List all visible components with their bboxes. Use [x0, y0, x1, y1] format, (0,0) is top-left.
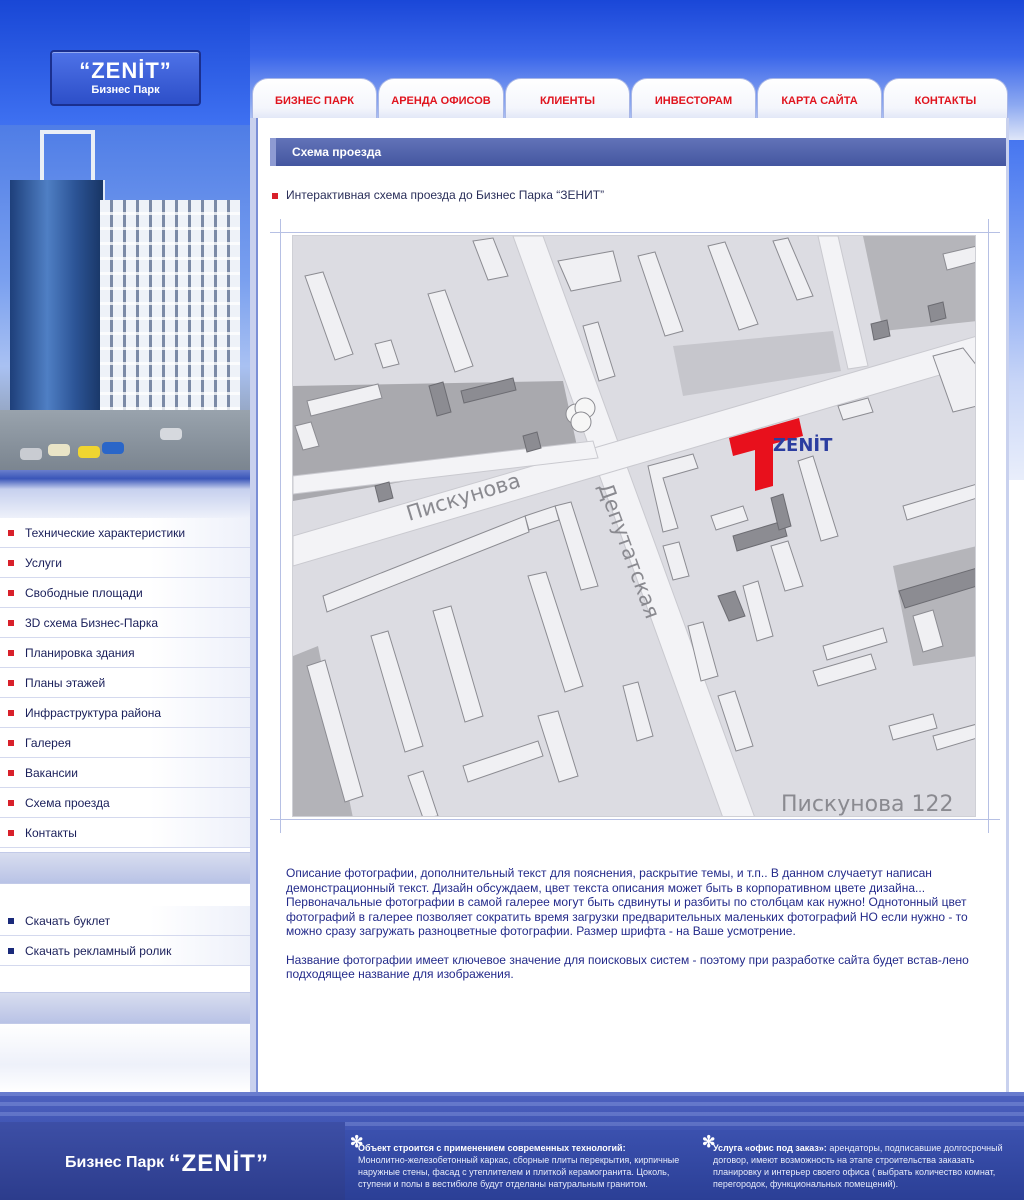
- sidebar-item-vacancies[interactable]: Вакансии: [0, 758, 250, 788]
- sidebar-item-label: Контакты: [25, 826, 77, 840]
- marker-label: ZENİT: [773, 434, 833, 456]
- car-icon: [78, 446, 100, 458]
- sidebar-item-contacts[interactable]: Контакты: [0, 818, 250, 848]
- tab-site-map[interactable]: КАРТА САЙТА: [757, 78, 882, 120]
- bullet-icon: [8, 740, 14, 746]
- building-illustration: [0, 125, 250, 470]
- download-video-link[interactable]: Скачать рекламный ролик: [0, 936, 250, 966]
- sidebar-top-band: [0, 470, 250, 518]
- bullet-icon: [8, 948, 14, 954]
- map-building: [927, 301, 947, 323]
- sidebar-downloads: Скачать буклет Скачать рекламный ролик: [0, 906, 250, 966]
- address-label: Пискунова 122: [781, 792, 954, 817]
- intro-line: Интерактивная схема проезда до Бизнес Па…: [272, 188, 604, 202]
- bullet-icon: [8, 530, 14, 536]
- car-icon: [20, 448, 42, 460]
- bullet-icon: [8, 710, 14, 716]
- sidebar-item-label: Схема проезда: [25, 796, 110, 810]
- footer-brand-name: “ZENİT”: [168, 1150, 269, 1177]
- frame-line: [270, 232, 1000, 233]
- sidebar-item-infrastructure[interactable]: Инфраструктура района: [0, 698, 250, 728]
- sidebar-item-label: 3D схема Бизнес-Парка: [25, 616, 159, 630]
- sidebar-item-gallery[interactable]: Галерея: [0, 728, 250, 758]
- bullet-icon: [8, 650, 14, 656]
- footer-note-technologies: Объект строится с применением современны…: [358, 1142, 683, 1190]
- sidebar-separator: [0, 992, 250, 1024]
- frame-line: [280, 219, 281, 833]
- sidebar-menu: Технические характеристики Услуги Свобод…: [0, 518, 250, 848]
- footer-brand[interactable]: Бизнес Парк “ZENİT”: [65, 1150, 269, 1178]
- building-white-block: [100, 200, 240, 420]
- frame-line: [270, 819, 1000, 820]
- download-label: Скачать рекламный ролик: [25, 944, 172, 958]
- car-icon: [48, 444, 70, 456]
- download-label: Скачать буклет: [25, 914, 111, 928]
- bullet-icon: [8, 620, 14, 626]
- directions-map[interactable]: Пискунова Депутатская Пискунова 122 ZENİ…: [292, 235, 976, 817]
- sidebar-item-tech-specs[interactable]: Технические характеристики: [0, 518, 250, 548]
- bullet-icon: [272, 193, 278, 199]
- description-paragraph: Название фотографии имеет ключевое значе…: [286, 952, 969, 982]
- map-frame: Пискунова Депутатская Пискунова 122 ZENİ…: [270, 211, 1000, 841]
- sidebar-separator: [0, 852, 250, 884]
- sidebar-item-free-space[interactable]: Свободные площади: [0, 578, 250, 608]
- footer-note-custom-office: Услуга «офис под заказ»: арендаторы, под…: [713, 1142, 1018, 1190]
- tab-contacts[interactable]: КОНТАКТЫ: [883, 78, 1008, 120]
- building-glass-tower: [10, 180, 105, 425]
- sidebar-item-floor-plans[interactable]: Планы этажей: [0, 668, 250, 698]
- content-area: Схема проезда Интерактивная схема проезд…: [250, 118, 1009, 1092]
- bullet-icon: [8, 560, 14, 566]
- footer: Бизнес Парк “ZENİT” ✻ Объект строится с …: [0, 1092, 1024, 1200]
- frame-line: [988, 219, 989, 833]
- sidebar-item-label: Инфраструктура района: [25, 706, 162, 720]
- sidebar-item-3d-scheme[interactable]: 3D схема Бизнес-Парка: [0, 608, 250, 638]
- sidebar-item-label: Свободные площади: [25, 586, 143, 600]
- section-title: Схема проезда: [270, 138, 1006, 166]
- tab-investors[interactable]: ИНВЕСТОРАМ: [631, 78, 756, 120]
- sidebar-item-label: Услуги: [25, 556, 62, 570]
- sidebar-item-building-layout[interactable]: Планировка здания: [0, 638, 250, 668]
- sidebar-item-directions[interactable]: Схема проезда: [0, 788, 250, 818]
- sidebar-item-label: Технические характеристики: [25, 526, 186, 540]
- sidebar-item-services[interactable]: Услуги: [0, 548, 250, 578]
- bullet-icon: [8, 918, 14, 924]
- page: “ZENİT” Бизнес Парк БИЗНЕС ПАРК АРЕНДА О…: [0, 0, 1024, 1200]
- sidebar: Технические характеристики Услуги Свобод…: [0, 470, 250, 1092]
- bullet-icon: [8, 830, 14, 836]
- car-icon: [160, 428, 182, 440]
- building-ground: [0, 410, 250, 470]
- footer-note-title: Услуга «офис под заказ»:: [713, 1143, 827, 1153]
- tab-clients[interactable]: КЛИЕНТЫ: [505, 78, 630, 120]
- site-logo[interactable]: “ZENİT” Бизнес Парк: [50, 50, 201, 106]
- sidebar-item-label: Планировка здания: [25, 646, 135, 660]
- bullet-icon: [8, 770, 14, 776]
- tab-office-rent[interactable]: АРЕНДА ОФИСОВ: [378, 78, 504, 120]
- tab-business-park[interactable]: БИЗНЕС ПАРК: [252, 78, 377, 120]
- logo-brand: “ZENİT”: [79, 58, 172, 83]
- logo-subtitle: Бизнес Парк: [91, 84, 160, 96]
- car-icon: [102, 442, 124, 454]
- map-svg: Пискунова Депутатская Пискунова 122 ZENİ…: [293, 236, 975, 817]
- sidebar-item-label: Галерея: [25, 736, 72, 750]
- bullet-icon: [8, 590, 14, 596]
- sidebar-tail: [0, 1024, 250, 1092]
- footer-note-title: Объект строится с применением современны…: [358, 1143, 626, 1153]
- sidebar-item-label: Планы этажей: [25, 676, 106, 690]
- description-paragraph: Описание фотографии, дополнительный текс…: [286, 866, 968, 938]
- bullet-icon: [8, 800, 14, 806]
- map-description: Описание фотографии, дополнительный текс…: [286, 866, 986, 982]
- main-nav-tabs: БИЗНЕС ПАРК АРЕНДА ОФИСОВ КЛИЕНТЫ ИНВЕСТ…: [250, 78, 1009, 120]
- intro-text: Интерактивная схема проезда до Бизнес Па…: [286, 188, 605, 202]
- footer-brand-prefix: Бизнес Парк: [65, 1154, 165, 1171]
- bullet-icon: [8, 680, 14, 686]
- sidebar-item-label: Вакансии: [25, 766, 78, 780]
- download-booklet-link[interactable]: Скачать буклет: [0, 906, 250, 936]
- footer-note-body: Монолитно-железобетонный каркас, сборные…: [358, 1155, 680, 1189]
- map-building: [870, 319, 891, 341]
